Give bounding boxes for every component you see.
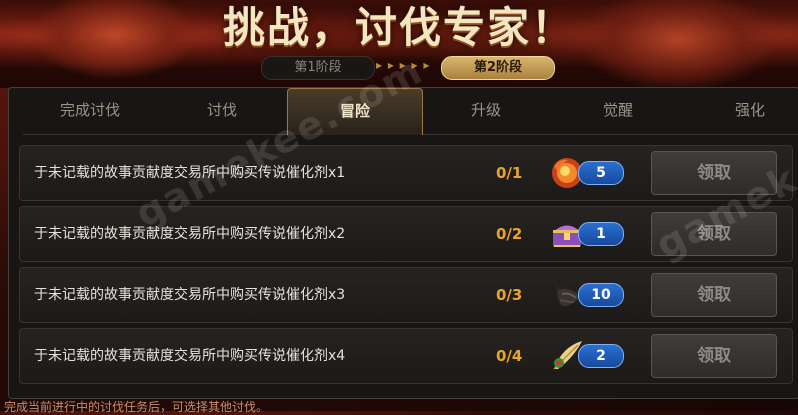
task-label: 于未记载的故事贡献度交易所中购买传说催化剂x2 [34, 226, 346, 242]
task-row: 于未记载的故事贡献度交易所中购买传说催化剂x4 0/4 2 领取 [19, 328, 793, 384]
footer-hint: 完成当前进行中的讨伐任务后，可选择其他讨伐。 [4, 400, 269, 414]
banner-title: 挑战，讨伐专家！ [222, 3, 575, 52]
reward-count-badge: 5 [578, 161, 624, 185]
tab-awakening[interactable]: 觉醒 [551, 88, 685, 134]
task-label: 于未记载的故事贡献度交易所中购买传说催化剂x4 [34, 348, 346, 364]
task-row: 于未记载的故事贡献度交易所中购买传说催化剂x2 0/2 1 领取 [19, 206, 793, 262]
claim-button[interactable]: 领取 [651, 212, 777, 256]
task-row: 于未记载的故事贡献度交易所中购买传说催化剂x3 0/3 10 领取 [19, 267, 793, 323]
claim-button[interactable]: 领取 [651, 334, 777, 378]
tab-level-up[interactable]: 升级 [419, 88, 553, 134]
task-progress: 0/3 [496, 286, 523, 304]
stage-selector: 第1阶段 ▸ ▸ ▸ ▸ ▸ 第2阶段 [0, 56, 798, 80]
tab-complete-hunt[interactable]: 完成讨伐 [23, 88, 157, 134]
stage-arrow-icon: ▸ ▸ ▸ ▸ ▸ [376, 58, 431, 72]
task-progress: 0/1 [496, 164, 523, 182]
task-label: 于未记载的故事贡献度交易所中购买传说催化剂x3 [34, 287, 346, 303]
tab-hunt[interactable]: 讨伐 [155, 88, 289, 134]
task-panel: 完成讨伐 讨伐 冒险 升级 觉醒 强化 于未记载的故事贡献度交易所中购买传说催化… [8, 87, 798, 399]
task-progress: 0/4 [496, 347, 523, 365]
claim-button[interactable]: 领取 [651, 273, 777, 317]
task-label: 于未记载的故事贡献度交易所中购买传说催化剂x1 [34, 165, 346, 181]
tab-bar: 完成讨伐 讨伐 冒险 升级 觉醒 强化 [23, 88, 798, 135]
task-row: 于未记载的故事贡献度交易所中购买传说催化剂x1 0/1 5 领取 [19, 145, 793, 201]
claim-button[interactable]: 领取 [651, 151, 777, 195]
stage-1-button[interactable]: 第1阶段 [261, 56, 375, 80]
reward-count-badge: 10 [578, 283, 624, 307]
reward-count-badge: 2 [578, 344, 624, 368]
stage-2-button[interactable]: 第2阶段 [441, 56, 555, 80]
reward-count-badge: 1 [578, 222, 624, 246]
tab-adventure[interactable]: 冒险 [287, 88, 423, 135]
task-progress: 0/2 [496, 225, 523, 243]
tab-enhance[interactable]: 强化 [683, 88, 798, 134]
